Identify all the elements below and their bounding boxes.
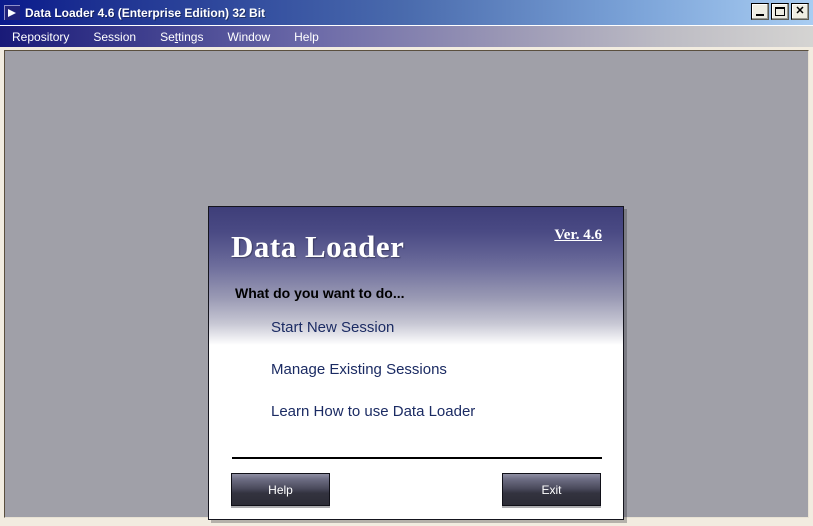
window-controls: ✕	[751, 3, 809, 20]
app-arrow-icon	[4, 5, 20, 20]
menu-item-settings[interactable]: Settings	[160, 30, 203, 44]
menu-item-window[interactable]: Window	[227, 30, 270, 44]
maximize-icon	[775, 7, 785, 16]
brand-title: Data Loader	[231, 229, 405, 264]
arrow-glyph	[8, 9, 16, 17]
menu-item-repository[interactable]: Repository	[12, 30, 69, 44]
maximize-button[interactable]	[771, 3, 789, 20]
help-button[interactable]: Help	[231, 473, 330, 506]
action-start-new-session[interactable]: Start New Session	[271, 319, 394, 336]
minimize-icon	[756, 14, 764, 16]
action-manage-existing-sessions[interactable]: Manage Existing Sessions	[271, 361, 447, 378]
minimize-button[interactable]	[751, 3, 769, 20]
splash-dialog: Data Loader Ver. 4.6 What do you want to…	[208, 206, 624, 520]
close-icon: ✕	[795, 5, 805, 17]
exit-button[interactable]: Exit	[502, 473, 601, 506]
menu-item-session[interactable]: Session	[93, 30, 136, 44]
menu-settings-post: tings	[178, 29, 204, 44]
close-button[interactable]: ✕	[791, 3, 809, 20]
divider	[232, 457, 602, 459]
menu-bar: Repository Session Settings Window Help	[0, 25, 813, 47]
action-learn-how-to-use[interactable]: Learn How to use Data Loader	[271, 403, 475, 420]
title-bar: Data Loader 4.6 (Enterprise Edition) 32 …	[0, 0, 813, 25]
menu-item-help[interactable]: Help	[294, 30, 319, 44]
action-list: Start New Session Manage Existing Sessio…	[271, 319, 601, 445]
application-window: Data Loader 4.6 (Enterprise Edition) 32 …	[0, 0, 813, 526]
window-title: Data Loader 4.6 (Enterprise Edition) 32 …	[25, 5, 266, 20]
prompt-text: What do you want to do...	[235, 285, 405, 301]
version-label: Ver. 4.6	[554, 227, 602, 243]
menu-settings-pre: Se	[160, 29, 175, 44]
client-area: Data Loader Ver. 4.6 What do you want to…	[4, 50, 809, 520]
